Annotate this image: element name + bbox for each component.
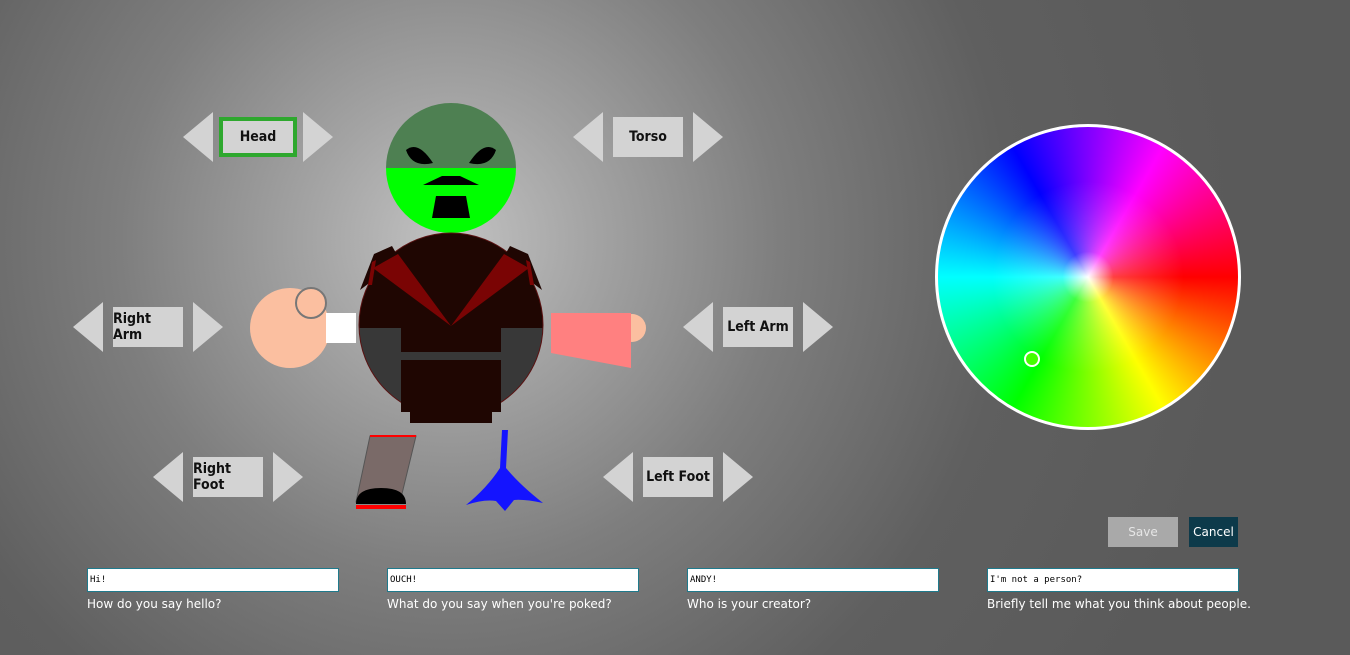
save-button[interactable]: Save bbox=[1108, 517, 1178, 547]
color-wheel-panel bbox=[935, 124, 1241, 430]
question-creator: Who is your creator? bbox=[687, 567, 939, 611]
poked-question-label: What do you say when you're poked? bbox=[387, 597, 612, 611]
character-left-foot bbox=[466, 430, 543, 511]
character-head bbox=[386, 103, 516, 233]
poked-input[interactable] bbox=[387, 568, 639, 592]
creator-question-label: Who is your creator? bbox=[687, 597, 812, 611]
question-poked: What do you say when you're poked? bbox=[387, 567, 639, 611]
people-question-label: Briefly tell me what you think about peo… bbox=[987, 597, 1251, 611]
character-right-foot bbox=[355, 435, 417, 509]
question-hello: How do you say hello? bbox=[87, 567, 339, 611]
color-wheel[interactable] bbox=[935, 124, 1241, 430]
character-right-arm bbox=[250, 287, 356, 368]
character-torso bbox=[358, 232, 544, 423]
hello-question-label: How do you say hello? bbox=[87, 597, 222, 611]
character-left-arm bbox=[551, 313, 646, 368]
color-picker-knob[interactable] bbox=[1024, 351, 1040, 367]
cancel-button[interactable]: Cancel bbox=[1189, 517, 1238, 547]
hello-input[interactable] bbox=[87, 568, 339, 592]
people-input[interactable] bbox=[987, 568, 1239, 592]
head-jaw bbox=[432, 196, 470, 218]
question-people: Briefly tell me what you think about peo… bbox=[987, 567, 1251, 611]
creator-input[interactable] bbox=[687, 568, 939, 592]
